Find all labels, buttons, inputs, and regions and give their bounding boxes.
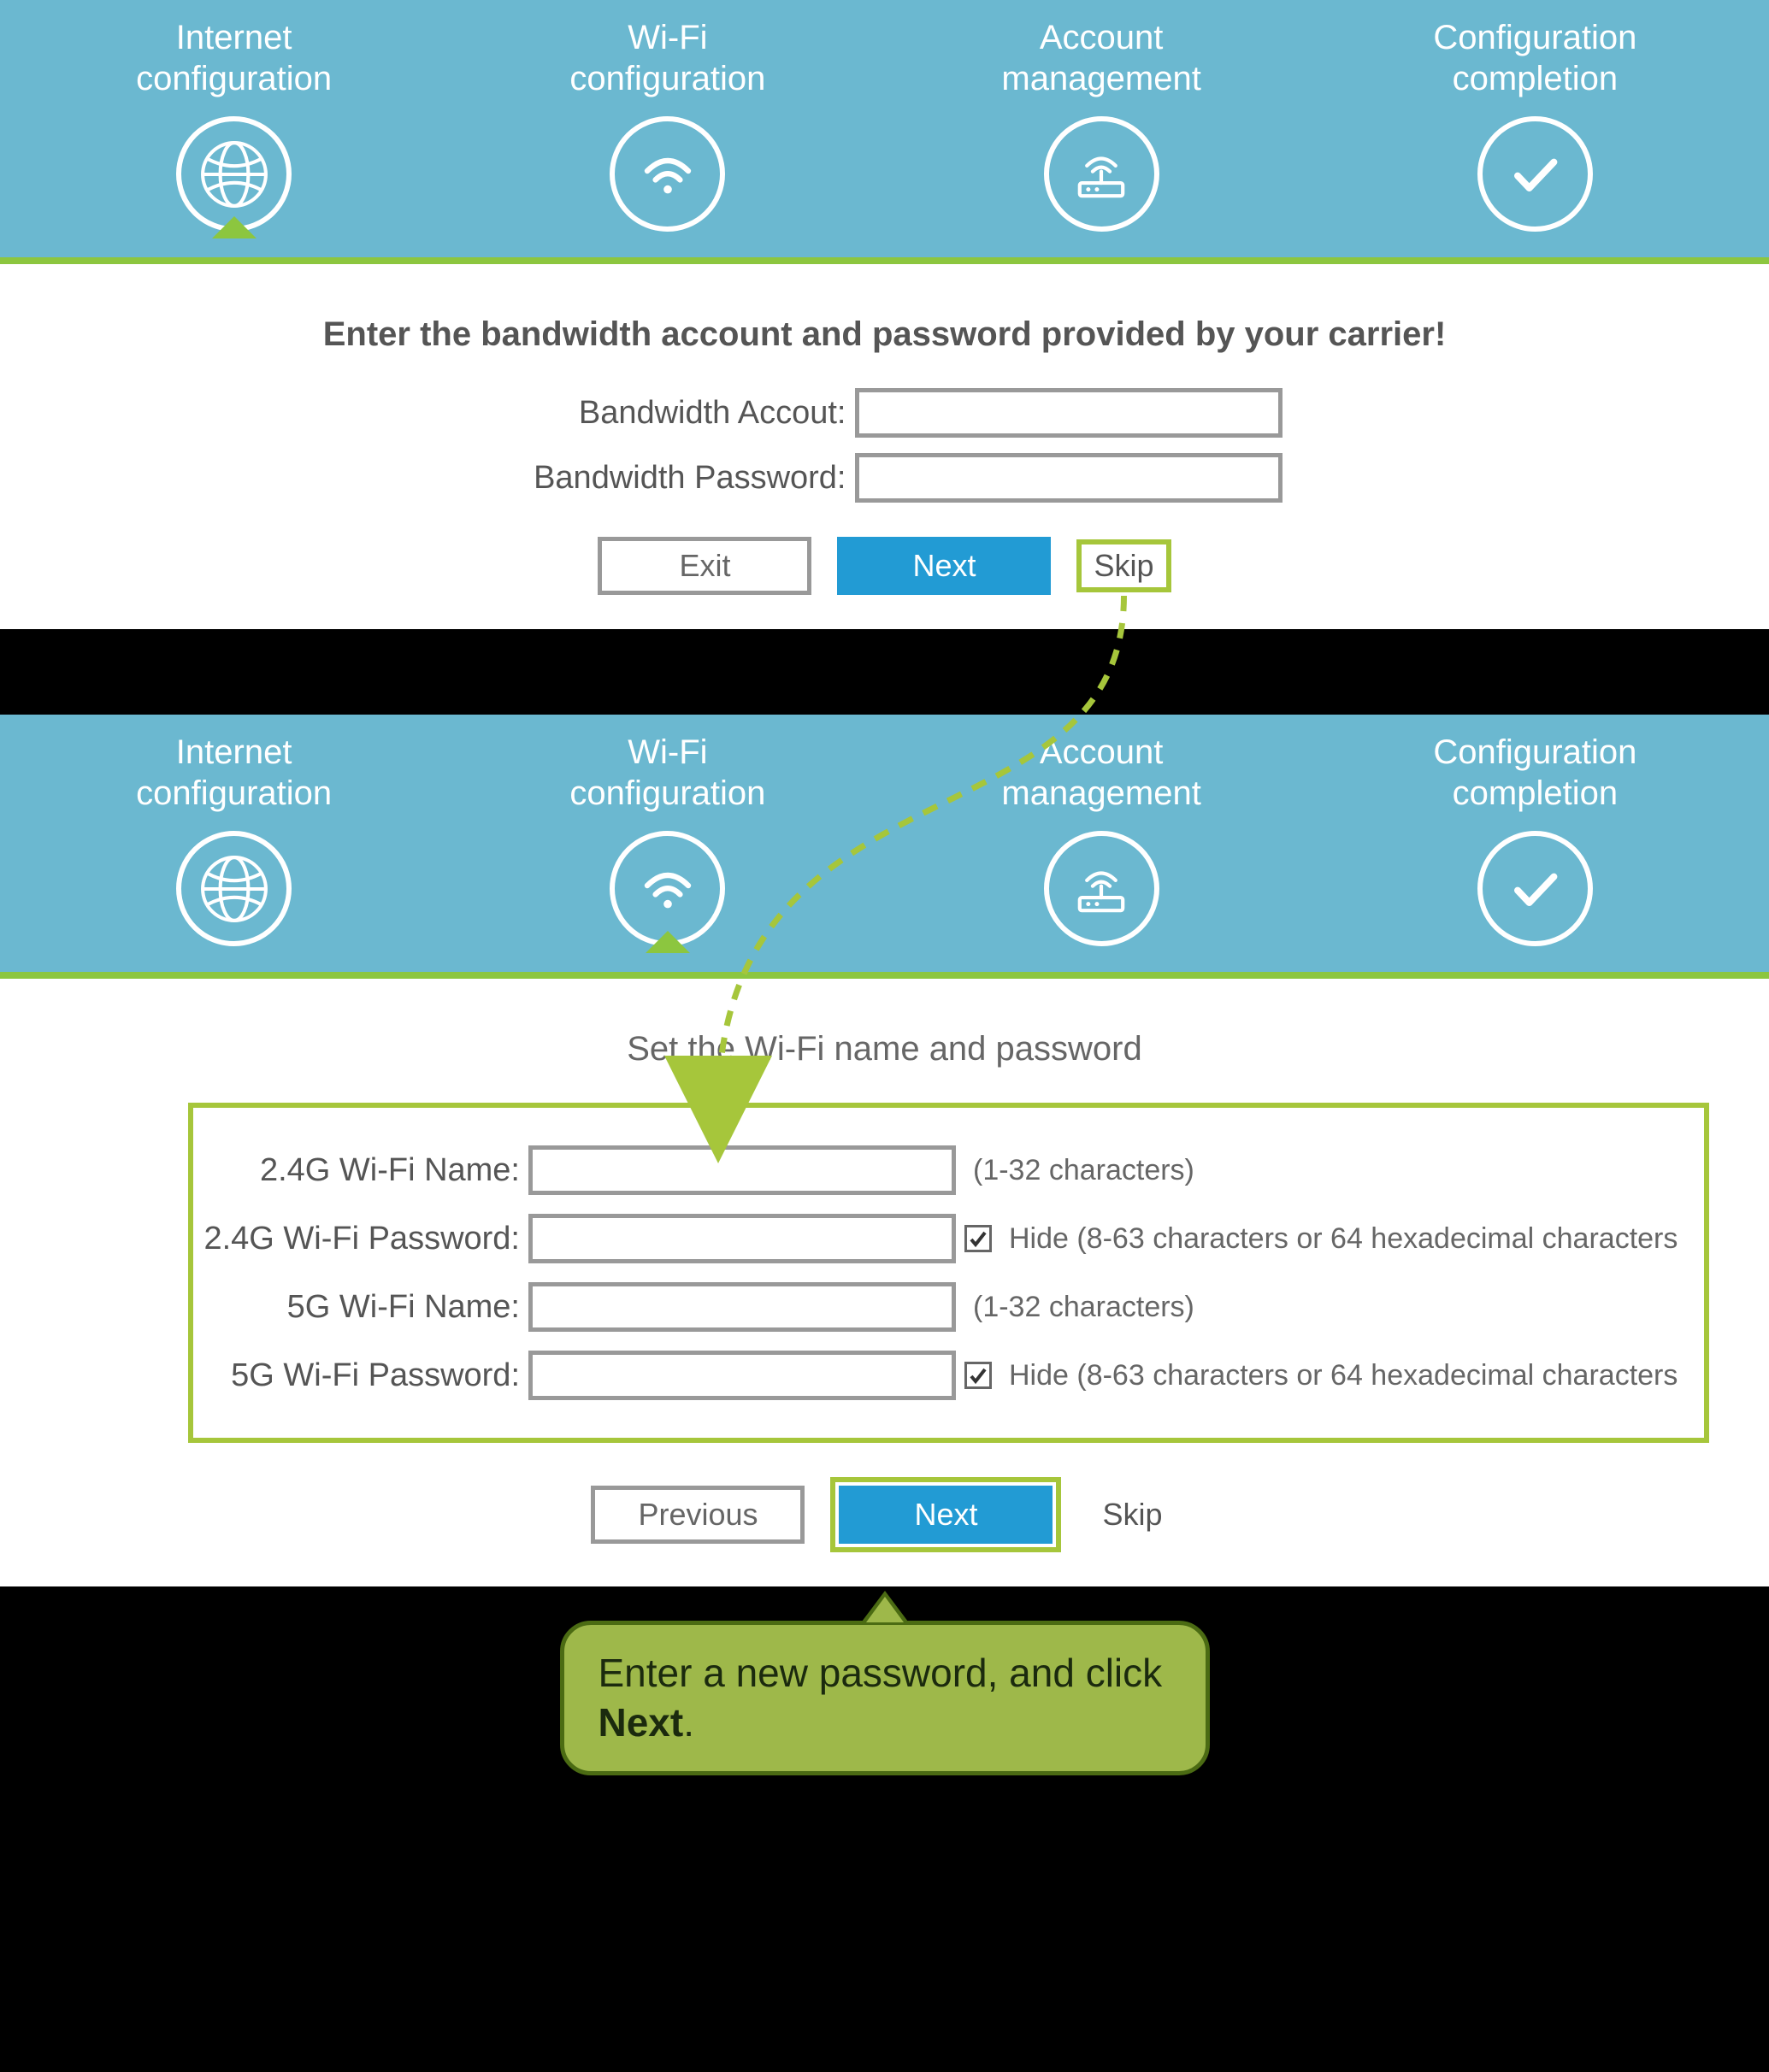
wifi-5g-password-input[interactable] [528,1351,956,1400]
bandwidth-account-input[interactable] [855,388,1283,438]
row-5g-name: 5G Wi-Fi Name: (1-32 characters) [203,1282,1694,1332]
wifi-5g-name-hint: (1-32 characters) [973,1291,1194,1324]
bandwidth-password-input[interactable] [855,453,1283,503]
panel2-body: Set the Wi-Fi name and password 2.4G Wi-… [0,979,1769,1586]
panel1-body: Enter the bandwidth account and password… [0,264,1769,629]
highlight-box: 2.4G Wi-Fi Name: (1-32 characters) 2.4G … [188,1103,1709,1443]
panel2-heading: Set the Wi-Fi name and password [34,1030,1735,1068]
check-icon [1477,116,1593,232]
panel2-button-row: Previous Next Skip [34,1477,1735,1552]
wifi-icon [610,116,725,232]
bandwidth-account-label: Bandwidth Accout: [487,395,846,432]
wifi-5g-name-input[interactable] [528,1282,956,1332]
wifi-24g-password-input[interactable] [528,1214,956,1263]
row-24g-name: 2.4G Wi-Fi Name: (1-32 characters) [203,1145,1694,1195]
wifi-icon [610,831,725,946]
instruction-callout: Enter a new password, and click Next. [560,1621,1210,1775]
wifi-24g-name-hint: (1-32 characters) [973,1154,1194,1187]
hide-24g-checkbox[interactable] [964,1225,992,1252]
next-button[interactable]: Next [839,1486,1053,1544]
panel-wifi-config: Internet configuration Wi-Fi conf [0,715,1769,1586]
wifi-5g-name-label: 5G Wi-Fi Name: [203,1289,520,1326]
previous-button[interactable]: Previous [591,1486,805,1544]
globe-icon [176,831,292,946]
row-5g-password: 5G Wi-Fi Password: Hide (8-63 characters… [203,1351,1694,1400]
panel-internet-config: Internet configuration Wi-Fi [0,0,1769,629]
wifi-5g-password-label: 5G Wi-Fi Password: [203,1357,520,1394]
step-label-line1: Internet [176,19,292,56]
step-account[interactable]: Account management [885,732,1318,946]
step-wifi[interactable]: Wi-Fi configuration [451,17,884,232]
skip-link[interactable]: Skip [1076,539,1170,592]
callout-arrow-up-icon [859,1591,911,1625]
next-button-highlight: Next [830,1477,1061,1552]
next-button[interactable]: Next [837,537,1051,595]
step-completion[interactable]: Configuration completion [1318,17,1752,232]
row-24g-password: 2.4G Wi-Fi Password: Hide (8-63 characte… [203,1214,1694,1263]
panel1-button-row: Exit Next Skip [34,537,1735,595]
callout-text-post: . [683,1700,694,1745]
step-label-line2: configuration [136,60,332,97]
wifi-5g-password-hint: Hide (8-63 characters or 64 hexadecimal … [1009,1359,1678,1392]
skip-link[interactable]: Skip [1087,1490,1177,1539]
row-bandwidth-password: Bandwidth Password: [34,453,1735,503]
active-step-caret [649,934,687,953]
step-internet[interactable]: Internet configuration [17,17,451,232]
step-wifi[interactable]: Wi-Fi configuration [451,732,884,946]
check-icon [1477,831,1593,946]
step-account[interactable]: Account management [885,17,1318,232]
row-bandwidth-account: Bandwidth Accout: [34,388,1735,438]
bandwidth-password-label: Bandwidth Password: [487,460,846,497]
router-icon [1044,831,1159,946]
wizard-steps: Internet configuration Wi-Fi conf [0,715,1769,979]
wifi-24g-name-label: 2.4G Wi-Fi Name: [203,1152,520,1189]
panel1-heading: Enter the bandwidth account and password… [34,315,1735,354]
step-internet[interactable]: Internet configuration [17,732,451,946]
wifi-24g-password-label: 2.4G Wi-Fi Password: [203,1221,520,1257]
globe-icon [176,116,292,232]
callout-text-pre: Enter a new password, and click [599,1651,1163,1695]
router-icon [1044,116,1159,232]
callout-area: Enter a new password, and click Next. [0,1586,1769,1827]
wifi-24g-password-hint: Hide (8-63 characters or 64 hexadecimal … [1009,1222,1678,1256]
callout-text-bold: Next [599,1700,684,1745]
step-completion[interactable]: Configuration completion [1318,732,1752,946]
active-step-caret [215,220,253,238]
hide-5g-checkbox[interactable] [964,1362,992,1389]
wizard-steps: Internet configuration Wi-Fi [0,0,1769,264]
exit-button[interactable]: Exit [598,537,811,595]
wifi-24g-name-input[interactable] [528,1145,956,1195]
